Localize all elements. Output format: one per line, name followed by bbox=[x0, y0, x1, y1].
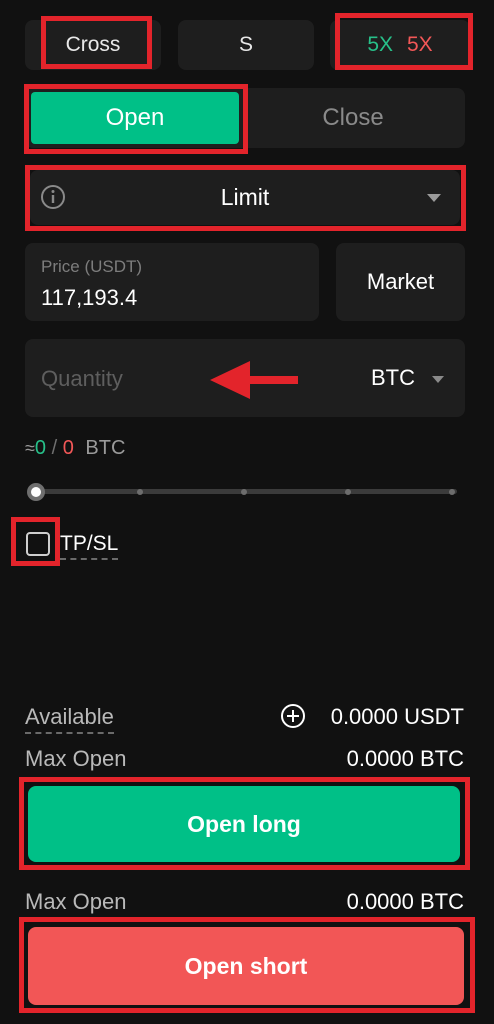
caret-down-icon bbox=[432, 376, 445, 384]
size-long-value: 0 bbox=[34, 437, 47, 459]
available-label: Available bbox=[25, 704, 114, 734]
approx-symbol: ≈ bbox=[25, 438, 35, 458]
open-short-button[interactable]: Open short bbox=[28, 927, 464, 1005]
quantity-unit-label: BTC bbox=[371, 365, 415, 390]
size-short-value: 0 bbox=[62, 437, 74, 459]
margin-mode-button[interactable]: Cross bbox=[25, 20, 161, 70]
slider-knob[interactable] bbox=[27, 483, 45, 501]
max-open-long-label: Max Open bbox=[25, 746, 127, 771]
quantity-field[interactable]: Quantity BTC bbox=[25, 339, 465, 417]
tab-close-label: Close bbox=[322, 104, 384, 131]
size-readout: ≈0 / 0 BTC bbox=[25, 437, 125, 460]
slider-tick-75 bbox=[345, 489, 351, 495]
available-value: 0.0000 USDT bbox=[330, 704, 464, 729]
order-type-label: Limit bbox=[220, 184, 270, 210]
leverage-short-label: 5X bbox=[407, 33, 433, 56]
caret-down-icon bbox=[426, 191, 442, 203]
max-open-short-value: 0.0000 BTC bbox=[346, 889, 464, 914]
size-unit: BTC bbox=[85, 437, 126, 459]
quantity-placeholder: Quantity bbox=[41, 366, 123, 391]
max-open-short-label: Max Open bbox=[25, 889, 127, 914]
slider-tick-25 bbox=[137, 489, 143, 495]
tab-open[interactable]: Open bbox=[31, 92, 239, 144]
size-slider[interactable] bbox=[25, 480, 460, 504]
leverage-button[interactable]: 5X 5X bbox=[330, 20, 470, 70]
market-button-label: Market bbox=[366, 269, 435, 294]
slider-tick-100 bbox=[449, 489, 455, 495]
tab-open-label: Open bbox=[105, 104, 165, 131]
max-open-long-value: 0.0000 BTC bbox=[346, 746, 464, 771]
tpsl-checkbox[interactable] bbox=[26, 532, 50, 556]
slider-tick-50 bbox=[241, 489, 247, 495]
margin-mode-label: Cross bbox=[65, 33, 121, 56]
arrow-left-icon bbox=[210, 361, 300, 399]
add-funds-icon[interactable] bbox=[280, 703, 306, 729]
price-label: Price (USDT) bbox=[41, 257, 143, 276]
price-field[interactable]: Price (USDT) 117,193.4 bbox=[25, 243, 319, 321]
tab-close[interactable]: Close bbox=[245, 92, 461, 144]
size-separator: / bbox=[51, 437, 58, 459]
position-side-button[interactable]: S bbox=[178, 20, 314, 70]
open-short-label: Open short bbox=[184, 952, 308, 979]
position-side-label: S bbox=[238, 33, 253, 56]
order-type-select[interactable]: Limit bbox=[30, 170, 460, 225]
open-long-label: Open long bbox=[187, 810, 301, 837]
open-long-button[interactable]: Open long bbox=[28, 786, 460, 862]
market-button[interactable]: Market bbox=[336, 243, 465, 321]
price-value: 117,193.4 bbox=[41, 285, 138, 310]
quantity-unit-select[interactable]: BTC bbox=[371, 365, 445, 391]
leverage-long-label: 5X bbox=[367, 33, 393, 56]
tpsl-label[interactable]: TP/SL bbox=[60, 532, 119, 560]
